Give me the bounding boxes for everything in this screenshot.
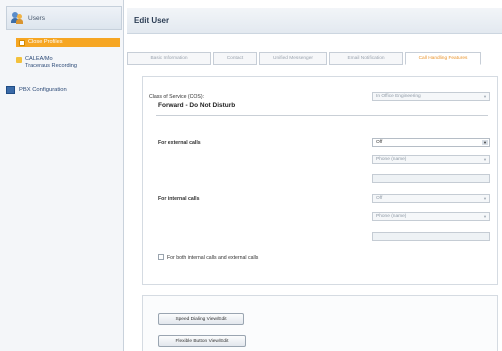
tab-unified-messenger[interactable]: Unified Messenger: [259, 52, 327, 65]
class-of-service-label: Class of Service (COS):: [149, 94, 205, 100]
internal-target-field[interactable]: [372, 232, 490, 241]
external-calls-label: For external calls: [158, 140, 201, 146]
chevron-down-icon: ▾: [483, 196, 487, 201]
speed-dialing-button[interactable]: Speed Dialing View/Edit: [158, 313, 244, 325]
class-of-service-value: In Office Engineering: [376, 94, 421, 99]
both-calls-label: For both internal calls and external cal…: [167, 255, 259, 261]
main-header: Edit User: [127, 8, 502, 34]
sidebar-item-label: CALEA/Mo Traceraus Recording: [25, 56, 78, 69]
page-title: Edit User: [134, 16, 170, 25]
recording-icon: [16, 57, 22, 63]
tab-bar: Basic Information Contact Unified Messen…: [127, 52, 481, 65]
both-calls-checkbox[interactable]: [158, 254, 164, 260]
tab-basic-information[interactable]: Basic Information: [127, 52, 211, 65]
sidebar-item-pbx-configuration[interactable]: PBX Configuration: [6, 84, 122, 96]
pbx-icon: [6, 86, 15, 94]
profile-icon: [19, 40, 25, 46]
internal-mode-select[interactable]: Off ▾: [372, 194, 490, 203]
sidebar-header-label: Users: [28, 14, 45, 22]
tab-contact[interactable]: Contact: [213, 52, 257, 65]
sidebar-header[interactable]: Users: [6, 6, 122, 30]
sidebar-item-calea[interactable]: CALEA/Mo Traceraus Recording: [16, 56, 77, 70]
internal-calls-label: For internal calls: [158, 196, 200, 202]
users-icon: [11, 12, 23, 24]
sidebar: Users Close Profiles CALEA/Mo Traceraus …: [0, 0, 124, 351]
chevron-down-icon: ▾: [483, 94, 487, 99]
section-divider: [156, 115, 488, 116]
external-target-value: Phone (name): [376, 157, 407, 162]
tab-email-notification[interactable]: Email Notification: [329, 52, 403, 65]
tab-call-handling-features[interactable]: Call Handling Features: [405, 52, 481, 65]
external-target-field[interactable]: [372, 174, 490, 183]
sidebar-section-label: PBX Configuration: [19, 87, 67, 93]
forward-section-title: Forward - Do Not Disturb: [158, 102, 236, 109]
flexible-button-button[interactable]: Flexible Button View/Edit: [158, 335, 246, 347]
internal-mode-value: Off: [376, 196, 383, 201]
external-mode-value: Off: [376, 140, 383, 145]
internal-target-select[interactable]: Phone (name) ▾: [372, 212, 490, 221]
internal-target-value: Phone (name): [376, 214, 407, 219]
chevron-down-icon: ▾: [483, 157, 487, 162]
chevron-down-icon: ▾: [482, 140, 488, 145]
external-mode-select[interactable]: Off ▾: [372, 138, 490, 147]
sidebar-item-label: Close Profiles: [28, 39, 63, 45]
sidebar-item-close-profiles[interactable]: Close Profiles: [16, 38, 120, 47]
class-of-service-select[interactable]: In Office Engineering ▾: [372, 92, 490, 101]
external-target-select[interactable]: Phone (name) ▾: [372, 155, 490, 164]
chevron-down-icon: ▾: [483, 214, 487, 219]
